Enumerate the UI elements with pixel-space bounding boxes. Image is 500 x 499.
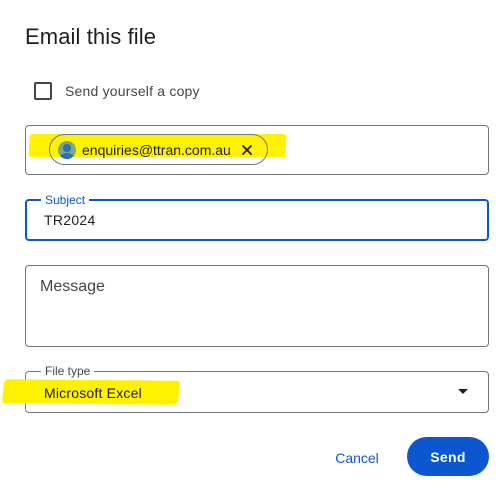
message-field[interactable]: Message: [25, 265, 489, 347]
cancel-button[interactable]: Cancel: [323, 440, 391, 476]
file-type-value: Microsoft Excel: [44, 385, 142, 401]
dropdown-arrow-icon[interactable]: [458, 389, 468, 394]
recipient-email: enquiries@ttran.com.au: [82, 141, 231, 158]
email-file-dialog: Email this file Send yourself a copy enq…: [0, 0, 500, 499]
recipient-chip[interactable]: enquiries@ttran.com.au: [49, 134, 268, 165]
message-placeholder: Message: [40, 278, 105, 295]
subject-label: Subject: [41, 193, 90, 207]
send-copy-row[interactable]: Send yourself a copy: [34, 82, 200, 100]
person-avatar-icon: [58, 140, 76, 159]
subject-field[interactable]: Subject TR2024: [25, 193, 489, 241]
send-copy-checkbox[interactable]: [34, 82, 52, 100]
subject-input[interactable]: TR2024: [44, 212, 96, 228]
remove-recipient-icon[interactable]: [240, 143, 254, 157]
send-copy-label: Send yourself a copy: [65, 83, 200, 99]
file-type-label: File type: [41, 364, 95, 378]
send-button[interactable]: Send: [407, 437, 489, 476]
dialog-title: Email this file: [25, 24, 157, 49]
